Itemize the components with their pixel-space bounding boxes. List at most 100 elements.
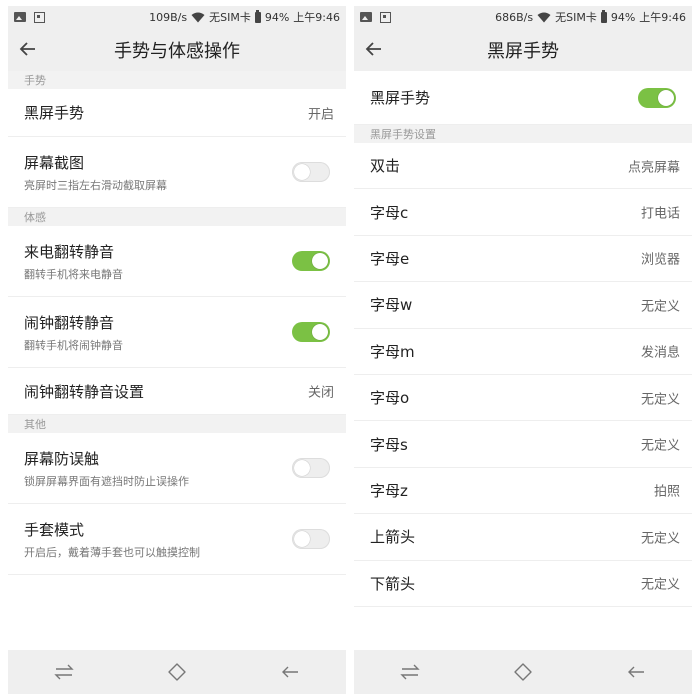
toggle-knob: [294, 531, 310, 547]
row-value: 无定义: [640, 531, 680, 547]
back-arrow-icon[interactable]: [625, 661, 647, 683]
wifi-icon: [537, 12, 551, 22]
toggle-knob: [312, 324, 328, 340]
sim-status: 无SIM卡: [555, 11, 597, 24]
battery-icon: [254, 9, 261, 23]
call-flip-mute-toggle[interactable]: [292, 251, 330, 271]
status-bar: 686B/s 无SIM卡 94% 上午9:46: [354, 6, 692, 28]
section-header-gesture: 手势: [8, 71, 346, 89]
row-title: 黑屏手势: [370, 89, 431, 107]
row-title: 字母w: [370, 296, 413, 315]
status-bar: 109B/s 无SIM卡 94% 上午9:46: [8, 6, 346, 28]
gesture-item-row[interactable]: 字母e 浏览器: [354, 236, 692, 283]
row-title: 闹钟翻转静音设置: [24, 382, 145, 401]
row-title: 字母c: [370, 203, 409, 222]
toggle-knob: [658, 89, 674, 106]
gesture-item-row[interactable]: 双击 点亮屏幕: [354, 143, 692, 190]
left-screen: 109B/s 无SIM卡 94% 上午9:46 手势与体感操作 手势 黑屏手势 …: [8, 6, 346, 694]
network-speed: 109B/s: [149, 10, 188, 24]
gesture-item-row[interactable]: 字母w 无定义: [354, 282, 692, 329]
black-screen-gesture-row[interactable]: 黑屏手势 开启: [8, 89, 346, 137]
alarm-flip-mute-row[interactable]: 闹钟翻转静音 翻转手机将闹钟静音: [8, 297, 346, 368]
row-value: 开启: [307, 107, 334, 122]
row-value: 打电话: [640, 206, 680, 222]
battery-icon: [600, 9, 607, 23]
back-arrow-icon[interactable]: [18, 39, 38, 59]
right-screen: 686B/s 无SIM卡 94% 上午9:46 黑屏手势 黑屏手势 黑屏手势设置…: [354, 6, 692, 694]
screenshot-row[interactable]: 屏幕截图 亮屏时三指左右滑动截取屏幕: [8, 137, 346, 208]
black-screen-gesture-master-row[interactable]: 黑屏手势: [354, 71, 692, 125]
qr-notification-icon: [380, 11, 391, 23]
title-bar: 手势与体感操作: [8, 28, 346, 71]
row-subtitle: 翻转手机将来电静音: [24, 268, 123, 281]
navigation-bar: [8, 650, 346, 694]
row-subtitle: 开启后，戴着薄手套也可以触摸控制: [24, 546, 200, 559]
diamond-home-icon[interactable]: [512, 661, 534, 683]
row-title: 上箭头: [370, 528, 416, 547]
gesture-item-row[interactable]: 字母s 无定义: [354, 421, 692, 468]
row-title: 闹钟翻转静音: [24, 314, 115, 332]
section-header-gesture-settings: 黑屏手势设置: [354, 125, 692, 143]
row-title: 字母m: [370, 342, 415, 361]
row-value: 无定义: [640, 299, 680, 315]
anti-mistouch-row[interactable]: 屏幕防误触 锁屏屏幕界面有遮挡时防止误操作: [8, 433, 346, 504]
row-value: 无定义: [640, 577, 680, 593]
battery-level: 94%: [264, 10, 290, 24]
row-title: 屏幕截图: [24, 154, 85, 172]
sim-status: 无SIM卡: [209, 11, 251, 24]
section-header-other: 其他: [8, 415, 346, 433]
clock: 上午9:46: [293, 11, 340, 24]
glove-mode-row[interactable]: 手套模式 开启后，戴着薄手套也可以触摸控制: [8, 504, 346, 575]
row-subtitle: 亮屏时三指左右滑动截取屏幕: [24, 179, 167, 192]
row-title: 黑屏手势: [24, 104, 85, 122]
row-title: 手套模式: [24, 521, 85, 539]
gesture-item-row[interactable]: 字母m 发消息: [354, 329, 692, 375]
wifi-icon: [191, 12, 205, 22]
navigation-bar: [354, 650, 692, 694]
toggle-knob: [294, 164, 310, 180]
gesture-item-row[interactable]: 下箭头 无定义: [354, 561, 692, 607]
glove-mode-toggle[interactable]: [292, 529, 330, 549]
toggle-knob: [294, 460, 310, 476]
anti-mistouch-toggle[interactable]: [292, 458, 330, 478]
row-title: 字母e: [370, 249, 410, 268]
gesture-item-row[interactable]: 上箭头 无定义: [354, 514, 692, 561]
row-value: 发消息: [640, 345, 680, 361]
alarm-flip-mute-toggle[interactable]: [292, 322, 330, 342]
diamond-home-icon[interactable]: [166, 661, 188, 683]
row-value: 无定义: [640, 392, 680, 408]
battery-level: 94%: [610, 10, 636, 24]
black-screen-gesture-toggle[interactable]: [638, 87, 676, 108]
row-title: 双击: [370, 157, 401, 176]
page-title: 黑屏手势: [487, 40, 559, 62]
row-title: 下箭头: [370, 574, 416, 593]
row-value: 浏览器: [640, 252, 680, 268]
back-arrow-icon[interactable]: [279, 661, 301, 683]
swap-arrows-icon[interactable]: [53, 661, 75, 683]
toggle-knob: [312, 253, 328, 269]
row-value: 无定义: [640, 438, 680, 454]
call-flip-mute-row[interactable]: 来电翻转静音 翻转手机将来电静音: [8, 226, 346, 297]
row-value: 拍照: [653, 484, 680, 500]
row-value: 关闭: [307, 385, 334, 401]
gesture-item-row[interactable]: 字母o 无定义: [354, 375, 692, 422]
row-value: 点亮屏幕: [627, 160, 680, 176]
gesture-item-row[interactable]: 字母z 拍照: [354, 468, 692, 515]
gesture-item-row[interactable]: 字母c 打电话: [354, 189, 692, 236]
section-header-motion: 体感: [8, 208, 346, 226]
row-title: 字母o: [370, 389, 410, 408]
screenshot-toggle[interactable]: [292, 162, 330, 182]
gallery-notification-icon: [360, 12, 372, 22]
gesture-list: 双击 点亮屏幕 字母c 打电话 字母e 浏览器 字母w 无定义 字母m 发消息 字母o 无定义 字母s 无…: [354, 143, 692, 607]
row-subtitle: 翻转手机将闹钟静音: [24, 339, 123, 352]
back-arrow-icon[interactable]: [364, 39, 384, 59]
row-title: 屏幕防误触: [24, 450, 100, 468]
alarm-flip-mute-settings-row[interactable]: 闹钟翻转静音设置 关闭: [8, 368, 346, 415]
gallery-notification-icon: [14, 12, 26, 22]
row-title: 字母z: [370, 481, 408, 500]
row-title: 来电翻转静音: [24, 243, 115, 261]
title-bar: 黑屏手势: [354, 28, 692, 71]
network-speed: 686B/s: [495, 10, 534, 24]
qr-notification-icon: [34, 11, 45, 23]
swap-arrows-icon[interactable]: [399, 661, 421, 683]
